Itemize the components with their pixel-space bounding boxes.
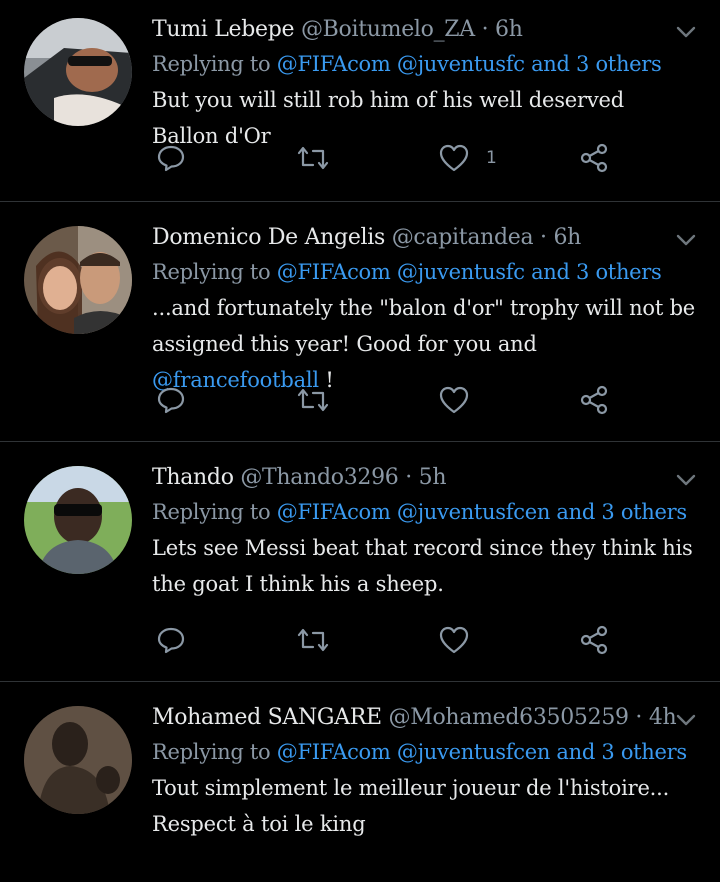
tweet-text: Lets see Messi beat that record since th…	[152, 530, 696, 602]
chevron-down-icon[interactable]	[676, 472, 696, 486]
reply-button[interactable]	[156, 620, 186, 660]
share-icon	[578, 143, 610, 173]
tweet-text-body: Lets see Messi beat that record since th…	[152, 536, 693, 596]
retweet-icon	[296, 385, 330, 415]
heart-icon	[438, 143, 470, 173]
reply-feed: Tumi Lebepe @Boitumelo_ZA · 6h Replying …	[0, 0, 720, 882]
reply-icon	[156, 385, 186, 415]
timestamp[interactable]: 5h	[419, 465, 447, 490]
separator: ·	[540, 225, 547, 250]
action-bar	[152, 620, 696, 660]
timestamp[interactable]: 6h	[495, 17, 523, 42]
retweet-button[interactable]	[296, 138, 330, 178]
display-name[interactable]: Domenico De Angelis	[152, 225, 385, 250]
tweet-text-body: Tout simplement le meilleur joueur de l'…	[152, 776, 670, 836]
reply-icon	[156, 625, 186, 655]
avatar[interactable]	[24, 466, 132, 574]
like-button[interactable]: 1	[438, 138, 497, 178]
handle[interactable]: @capitandea	[392, 225, 534, 250]
retweet-icon	[296, 143, 330, 173]
replying-to-label: Replying to	[152, 740, 271, 764]
tweet-text-body: ...and fortunately the "balon d'or" trop…	[152, 296, 696, 356]
display-name[interactable]: Thando	[152, 465, 234, 490]
retweet-icon	[296, 625, 330, 655]
reply-button[interactable]	[156, 138, 186, 178]
timestamp[interactable]: 6h	[553, 225, 581, 250]
chevron-down-icon[interactable]	[676, 232, 696, 246]
share-icon	[578, 625, 610, 655]
tweet[interactable]: Tumi Lebepe @Boitumelo_ZA · 6h Replying …	[0, 0, 720, 202]
replying-to-label: Replying to	[152, 500, 271, 524]
share-button[interactable]	[578, 138, 610, 178]
display-name[interactable]: Tumi Lebepe	[152, 17, 295, 42]
replying-to-mentions[interactable]: @FIFAcom @juventusfcen and 3 others	[277, 500, 687, 524]
replying-to-label: Replying to	[152, 52, 271, 76]
action-bar	[152, 380, 696, 420]
replying-to: Replying to @FIFAcom @juventusfc and 3 o…	[152, 46, 696, 82]
retweet-button[interactable]	[296, 380, 330, 420]
tweet[interactable]: Domenico De Angelis @capitandea · 6h Rep…	[0, 202, 720, 442]
separator: ·	[481, 17, 489, 42]
like-count: 1	[486, 148, 497, 168]
handle[interactable]: @Thando3296	[240, 465, 398, 490]
display-name[interactable]: Mohamed SANGARE	[152, 705, 382, 730]
avatar[interactable]	[24, 18, 132, 126]
reply-button[interactable]	[156, 380, 186, 420]
heart-icon	[438, 385, 470, 415]
avatar[interactable]	[24, 706, 132, 814]
avatar[interactable]	[24, 226, 132, 334]
heart-icon	[438, 625, 470, 655]
like-button[interactable]	[438, 620, 470, 660]
replying-to: Replying to @FIFAcom @juventusfcen and 3…	[152, 494, 696, 530]
replying-to-mentions[interactable]: @FIFAcom @juventusfcen and 3 others	[277, 740, 687, 764]
chevron-down-icon[interactable]	[676, 712, 696, 726]
replying-to-mentions[interactable]: @FIFAcom @juventusfc and 3 others	[277, 52, 662, 76]
replying-to: Replying to @FIFAcom @juventusfcen and 3…	[152, 734, 696, 770]
tweet[interactable]: Thando @Thando3296 · 5h Replying to @FIF…	[0, 442, 720, 682]
tweet[interactable]: Mohamed SANGARE @Mohamed63505259 · 4h Re…	[0, 682, 720, 882]
tweet-text: Tout simplement le meilleur joueur de l'…	[152, 770, 696, 842]
replying-to-label: Replying to	[152, 260, 271, 284]
share-icon	[578, 385, 610, 415]
separator: ·	[635, 705, 643, 730]
replying-to-mentions[interactable]: @FIFAcom @juventusfc and 3 others	[277, 260, 662, 284]
share-button[interactable]	[578, 380, 610, 420]
handle[interactable]: @Boitumelo_ZA	[301, 17, 475, 42]
retweet-button[interactable]	[296, 620, 330, 660]
like-button[interactable]	[438, 380, 470, 420]
handle[interactable]: @Mohamed63505259	[389, 705, 630, 730]
timestamp[interactable]: 4h	[649, 705, 677, 730]
separator: ·	[405, 465, 412, 490]
reply-icon	[156, 143, 186, 173]
action-bar: 1	[152, 138, 696, 178]
replying-to: Replying to @FIFAcom @juventusfc and 3 o…	[152, 254, 696, 290]
chevron-down-icon[interactable]	[676, 24, 696, 38]
share-button[interactable]	[578, 620, 610, 660]
